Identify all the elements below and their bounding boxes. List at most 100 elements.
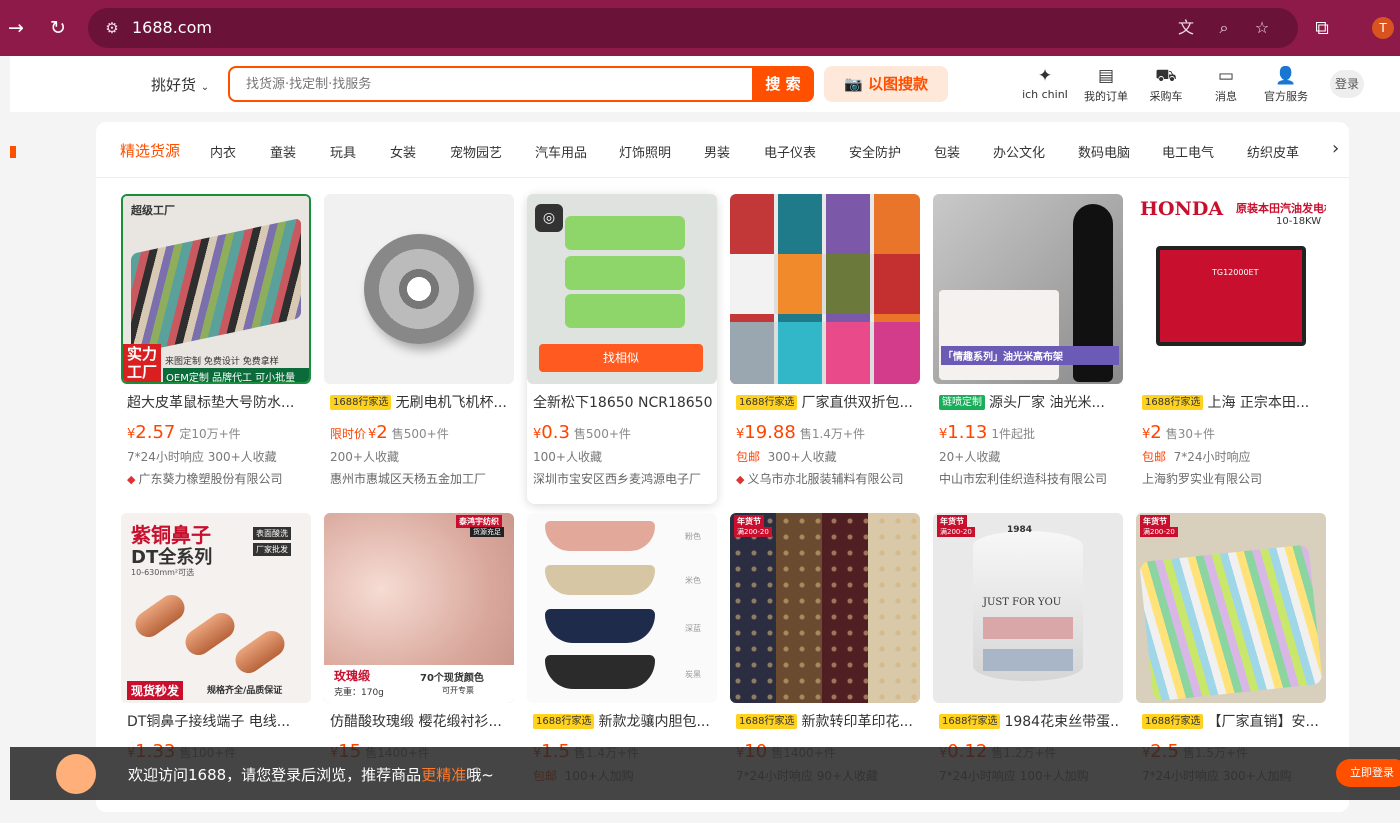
product-title[interactable]: 1688行家选 【厂家直销】安...	[1142, 711, 1322, 731]
category-item[interactable]: 汽车用品	[535, 142, 587, 161]
product-image[interactable]: ◎ 找相似	[527, 194, 717, 384]
product-tag: 1688行家选	[330, 395, 392, 410]
nav-official-service[interactable]: 👤 官方服务	[1254, 66, 1318, 104]
nav-messages[interactable]: ▭ 消息	[1194, 66, 1258, 104]
price-line: 限时价 ¥2 售500+件	[330, 422, 514, 443]
find-similar-button[interactable]: 找相似	[539, 344, 703, 372]
address-bar[interactable]: ⚙ 1688.com 文 ⌕ ☆	[88, 8, 1298, 48]
product-image[interactable]: HONDA 原装本田汽油发电机 10-18KW TG12000ET	[1136, 194, 1326, 384]
product-title[interactable]: 1688行家选 1984花束丝带蛋...	[939, 711, 1119, 731]
product-card[interactable]: 「情趣系列」油光米高布架 链喷定制 源头厂家 油光米... ¥1.13 1件起批 20+人…	[933, 194, 1123, 504]
pick-goods-dropdown[interactable]: 挑好货 ⌄	[151, 74, 209, 95]
sales-count: 售500+件	[391, 427, 449, 441]
category-item[interactable]: 男装	[704, 142, 730, 161]
product-image[interactable]: 年货节 满200-20	[1136, 513, 1326, 703]
product-image[interactable]: 1984 JUST FOR YOU 年货节 满200-20	[933, 513, 1123, 703]
prompt-part: 欢迎访问1688，请您登录后浏览，推荐商品	[128, 766, 422, 784]
product-card[interactable]: ◎ 找相似 全新松下18650 NCR18650... ¥0.3 售500+件 100+人…	[527, 194, 717, 504]
product-meta: 100+人收藏	[533, 448, 602, 465]
category-item[interactable]: 电工电气	[1162, 142, 1214, 161]
category-item[interactable]: 包装	[934, 142, 960, 161]
product-title[interactable]: 1688行家选 新款龙骧内胆包...	[533, 711, 713, 731]
reload-icon[interactable]: ↻	[44, 14, 72, 42]
product-image[interactable]: 粉色 米色 深蓝 炭黑	[527, 513, 717, 703]
product-image[interactable]	[730, 194, 920, 384]
overlay-text: 表面酸洗	[253, 527, 291, 540]
shop-name[interactable]: ◆ 广东葵力橡塑股份有限公司	[127, 470, 311, 487]
shop-name-text: 上海豹罗实业有限公司	[1142, 472, 1263, 486]
site-settings-icon[interactable]: ⚙	[98, 14, 126, 42]
product-title[interactable]: DT铜鼻子接线端子 电线...	[127, 711, 307, 731]
bookmark-star-icon[interactable]: ☆	[1248, 14, 1276, 42]
overlay-text: 实力	[126, 345, 157, 363]
overlay-text: 工厂	[126, 363, 157, 381]
overlay-text: HONDA	[1140, 198, 1224, 220]
product-title[interactable]: 1688行家选 厂家直供双折包...	[736, 392, 916, 412]
product-image[interactable]: 紫铜鼻子 DT全系列 10-630mm²可选 表面酸洗 厂家批发 现货秒发 规格齐全/品质保…	[121, 513, 311, 703]
product-title[interactable]: 1688行家选 上海 正宗本田...	[1142, 392, 1322, 412]
shop-name[interactable]: 深圳市宝安区西乡麦鸿源电子厂	[533, 470, 717, 487]
product-title[interactable]: 链喷定制 源头厂家 油光米...	[939, 392, 1119, 412]
product-card[interactable]: 1688行家选 厂家直供双折包... ¥19.88 售1.4万+件包邮 300+人收藏…	[730, 194, 920, 504]
product-image[interactable]: 超级工厂 实力 工厂 来图定制 免费设计 免费拿样 OEM定制 品牌代工 可小批量	[121, 194, 311, 384]
search-input[interactable]	[230, 68, 752, 100]
product-card[interactable]: 超级工厂 实力 工厂 来图定制 免费设计 免费拿样 OEM定制 品牌代工 可小批量超大皮…	[121, 194, 311, 504]
overlay-text: 70个现货颜色	[420, 673, 484, 684]
product-image[interactable]: 泰鸿宇纺织 货源充足 玫瑰缎 克重：170g 70个现货颜色 可开专票	[324, 513, 514, 703]
shop-name[interactable]: 惠州市惠城区天杨五金加工厂	[330, 470, 514, 487]
product-meta: 包邮 7*24小时响应	[1142, 448, 1251, 465]
search-box[interactable]	[228, 66, 752, 102]
category-item[interactable]: 女装	[390, 142, 416, 161]
search-button[interactable]: 搜 索	[752, 66, 814, 102]
product-title[interactable]: 全新松下18650 NCR18650...	[533, 392, 713, 412]
shop-name[interactable]: 中山市宏利佳织造科技有限公司	[939, 470, 1123, 487]
category-item[interactable]: 纺织皮革	[1247, 142, 1299, 161]
login-now-button[interactable]: 立即登录	[1336, 759, 1400, 787]
product-meta: 包邮 300+人收藏	[736, 448, 837, 465]
image-search-button[interactable]: 📷 以图搜款	[824, 66, 948, 102]
category-item[interactable]: 玩具	[330, 142, 356, 161]
category-item[interactable]: 办公文化	[993, 142, 1045, 161]
nav-label: 官方服务	[1264, 90, 1308, 103]
product-image[interactable]	[324, 194, 514, 384]
overlay-text: 炭黑	[685, 670, 701, 679]
nav-ich-china[interactable]: ✦ ich chinI	[1013, 66, 1077, 101]
category-item[interactable]: 安全防护	[849, 142, 901, 161]
product-title[interactable]: 仿醋酸玫瑰缎 樱花缎衬衫...	[330, 711, 510, 731]
category-item[interactable]: 宠物园艺	[450, 142, 502, 161]
profile-avatar[interactable]: T	[1372, 17, 1394, 39]
product-title[interactable]: 1688行家选 无刷电机飞机杯...	[330, 392, 510, 412]
login-button[interactable]: 登录	[1330, 70, 1364, 98]
category-item[interactable]: 童装	[270, 142, 296, 161]
sales-count: 售30+件	[1165, 427, 1216, 441]
category-item[interactable]: 灯饰照明	[619, 142, 671, 161]
forward-arrow-icon[interactable]: →	[2, 14, 30, 42]
nav-cart[interactable]: ⛟ 采购车	[1134, 66, 1198, 104]
translate-icon[interactable]: 文	[1172, 14, 1200, 42]
product-card[interactable]: HONDA 原装本田汽油发电机 10-18KW TG12000ET 1688行家选 上海 …	[1136, 194, 1326, 504]
product-image[interactable]: 「情趣系列」油光米高布架	[933, 194, 1123, 384]
service-icon: 👤	[1275, 66, 1297, 86]
shop-name[interactable]: 上海豹罗实业有限公司	[1142, 470, 1326, 487]
product-image[interactable]: 年货节 满200-20	[730, 513, 920, 703]
shop-name[interactable]: ◆ 义乌市亦北服装辅料有限公司	[736, 470, 920, 487]
product-title[interactable]: 超大皮革鼠标垫大号防水...	[127, 392, 307, 412]
category-item[interactable]: 数码电脑	[1078, 142, 1130, 161]
product-title[interactable]: 1688行家选 新款转印革印花...	[736, 711, 916, 731]
nav-my-orders[interactable]: ▤ 我的订单	[1074, 66, 1138, 104]
category-item[interactable]: 电子仪表	[764, 142, 816, 161]
product-card[interactable]: 1688行家选 无刷电机飞机杯... 限时价 ¥2 售500+件 200+人收藏 惠州市惠城…	[324, 194, 514, 504]
chevron-right-icon[interactable]: ›	[1332, 138, 1339, 159]
product-title-text: 无刷电机飞机杯...	[395, 395, 507, 411]
zoom-icon[interactable]: ⌕	[1210, 14, 1238, 42]
message-icon: ▭	[1217, 66, 1235, 86]
product-meta-text: 20+人收藏	[939, 450, 1001, 464]
chevron-down-icon: ⌄	[200, 82, 210, 93]
product-price: 1.13	[947, 422, 988, 443]
extensions-icon[interactable]: ⧉	[1308, 14, 1336, 42]
product-title-text: 厂家直供双折包...	[801, 395, 913, 411]
category-featured[interactable]: 精选货源	[120, 140, 180, 161]
price-line: ¥19.88 售1.4万+件	[736, 422, 920, 443]
category-item[interactable]: 内衣	[210, 142, 236, 161]
overlay-text: 可开专票	[442, 686, 474, 695]
